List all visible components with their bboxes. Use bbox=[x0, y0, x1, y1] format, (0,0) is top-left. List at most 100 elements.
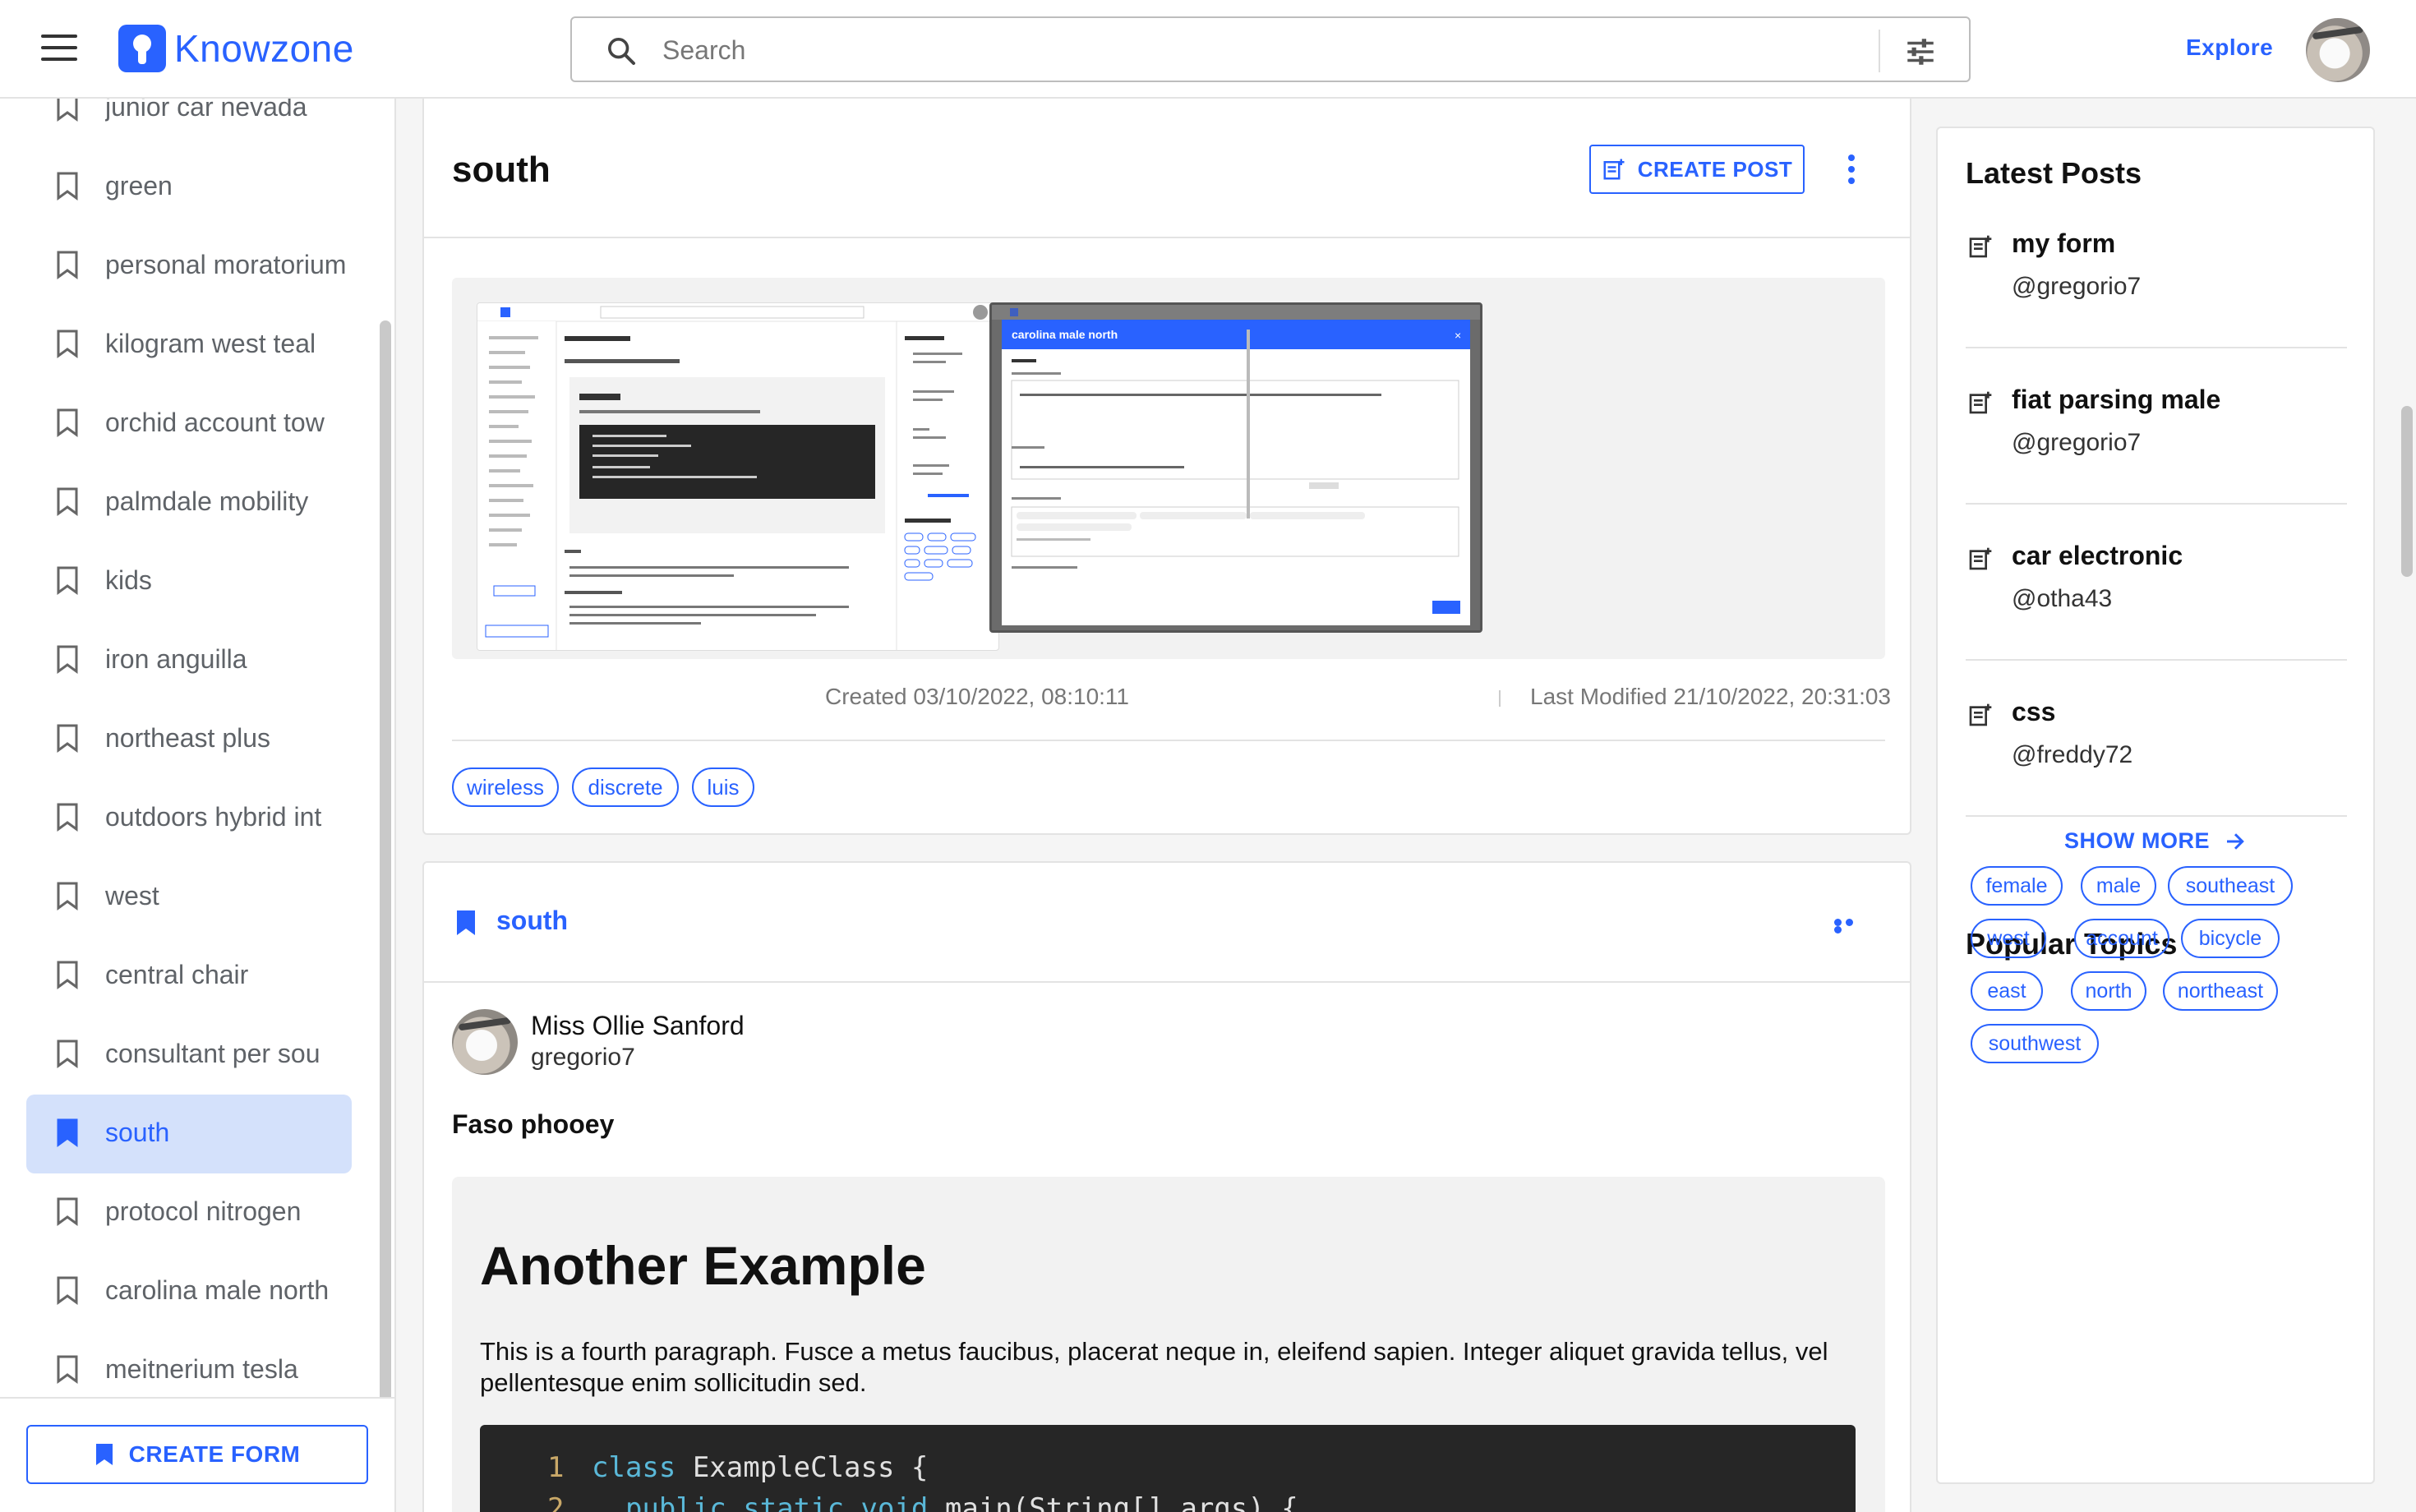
code-line-number: 1 bbox=[547, 1451, 565, 1484]
show-more-label: SHOW MORE bbox=[2064, 828, 2210, 853]
post-title: Faso phooey bbox=[452, 1109, 615, 1139]
sidebar-item-central-chair[interactable]: central chair bbox=[26, 937, 352, 1016]
code-text: main(String[] args) { bbox=[928, 1492, 1298, 1512]
post-icon bbox=[1969, 547, 1992, 570]
menu-icon[interactable] bbox=[41, 35, 77, 64]
bookmark-icon bbox=[57, 961, 78, 989]
tag-chip[interactable]: discrete bbox=[572, 768, 679, 807]
post-icon bbox=[1969, 391, 1992, 414]
search-bar[interactable] bbox=[570, 16, 1971, 82]
author-avatar[interactable] bbox=[452, 1009, 518, 1075]
sidebar-item-kids[interactable]: kids bbox=[26, 542, 352, 621]
code-block: 1 class ExampleClass { 2 public static v… bbox=[480, 1425, 1856, 1512]
tag-chip[interactable]: wireless bbox=[452, 768, 559, 807]
topic-chip[interactable]: north bbox=[2071, 971, 2146, 1011]
screenshot-thumbnail[interactable] bbox=[477, 302, 999, 651]
divider bbox=[1966, 503, 2347, 505]
sidebar-item-orchid-account-tow[interactable]: orchid account tow bbox=[26, 385, 352, 463]
sidebar-item-northeast-plus[interactable]: northeast plus bbox=[26, 700, 352, 779]
divider bbox=[1966, 659, 2347, 661]
meta-divider bbox=[1499, 690, 1501, 707]
latest-post-title[interactable]: car electronic bbox=[2012, 541, 2183, 571]
sidebar-item-label: iron anguilla bbox=[105, 644, 247, 674]
sidebar-item-green[interactable]: green bbox=[26, 148, 352, 227]
app-name: Knowzone bbox=[174, 27, 354, 70]
sidebar-item-junior-car-nevada[interactable]: junior car nevada bbox=[26, 99, 352, 148]
sidebar-item-consultant-per-sou[interactable]: consultant per sou bbox=[26, 1016, 352, 1095]
sidebar: junior car nevada green personal moratoriu… bbox=[0, 99, 396, 1512]
user-avatar[interactable] bbox=[2306, 18, 2370, 82]
topic-chip[interactable]: west bbox=[1971, 919, 2046, 958]
sidebar-item-label: west bbox=[105, 881, 159, 910]
bookmark-icon bbox=[57, 1355, 78, 1384]
sidebar-item-protocol-nitrogen[interactable]: protocol nitrogen bbox=[26, 1173, 352, 1252]
post-icon bbox=[1969, 235, 1992, 258]
sidebar-item-label: kilogram west teal bbox=[105, 329, 316, 358]
more-vert-icon[interactable] bbox=[1839, 154, 1864, 191]
tune-icon[interactable] bbox=[1903, 35, 1938, 69]
topic-title: south bbox=[452, 150, 551, 190]
divider bbox=[1966, 815, 2347, 817]
screenshot-thumbnail[interactable]: carolina male north × bbox=[989, 302, 1482, 633]
latest-post-title[interactable]: my form bbox=[2012, 228, 2115, 259]
latest-post-item[interactable]: my form @gregorio7 bbox=[1966, 220, 2347, 376]
sidebar-item-label: personal moratorium bbox=[105, 250, 347, 279]
bookmark-icon bbox=[57, 251, 78, 279]
sidebar-item-iron-anguilla[interactable]: iron anguilla bbox=[26, 621, 352, 700]
sidebar-item-label: northeast plus bbox=[105, 723, 271, 753]
created-date: Created 03/10/2022, 08:10:11 bbox=[825, 684, 1130, 709]
latest-post-item[interactable]: css @freddy72 bbox=[1966, 689, 2347, 845]
latest-post-title[interactable]: css bbox=[2012, 697, 2055, 727]
sidebar-item-carolina-male-north[interactable]: carolina male north bbox=[26, 1252, 352, 1331]
sidebar-item-outdoors-hybrid-int[interactable]: outdoors hybrid int bbox=[26, 779, 352, 858]
topic-chip[interactable]: southwest bbox=[1971, 1024, 2099, 1063]
sidebar-item-kilogram-west-teal[interactable]: kilogram west teal bbox=[26, 306, 352, 385]
sidebar-item-label: orchid account tow bbox=[105, 408, 325, 437]
bookmark-icon bbox=[57, 1118, 78, 1147]
topic-chip[interactable]: bicycle bbox=[2181, 919, 2280, 958]
latest-post-item[interactable]: fiat parsing male @gregorio7 bbox=[1966, 376, 2347, 532]
bookmark-icon bbox=[457, 910, 475, 935]
sidebar-item-label: consultant per sou bbox=[105, 1039, 320, 1068]
bookmark-icon bbox=[57, 803, 78, 832]
topic-chip[interactable]: southeast bbox=[2168, 866, 2293, 906]
sidebar-scrollbar[interactable] bbox=[380, 320, 391, 1405]
page-scrollbar[interactable] bbox=[2401, 406, 2413, 577]
post-topic-link[interactable]: south bbox=[496, 906, 568, 936]
show-more-button[interactable]: SHOW MORE bbox=[2064, 828, 2248, 854]
search-icon bbox=[608, 38, 635, 65]
top-app-bar: Knowzone Explore bbox=[0, 0, 2416, 99]
bookmark-icon bbox=[57, 1276, 78, 1305]
bookmark-icon bbox=[57, 172, 78, 201]
code-line: class ExampleClass { bbox=[592, 1451, 928, 1484]
sidebar-item-south[interactable]: south bbox=[26, 1095, 352, 1173]
latest-post-item[interactable]: car electronic @otha43 bbox=[1966, 532, 2347, 689]
author-name: Miss Ollie Sanford bbox=[531, 1011, 745, 1040]
svg-text:×: × bbox=[1455, 329, 1461, 342]
more-horiz-icon[interactable] bbox=[1834, 919, 1867, 933]
sidebar-item-west[interactable]: west bbox=[26, 858, 352, 937]
topic-chip[interactable]: female bbox=[1971, 866, 2063, 906]
sidebar-item-personal-moratorium[interactable]: personal moratorium bbox=[26, 227, 352, 306]
topic-chip[interactable]: east bbox=[1971, 971, 2043, 1011]
bookmark-icon bbox=[57, 330, 78, 358]
tag-chip[interactable]: luis bbox=[692, 768, 754, 807]
create-post-button[interactable]: CREATE POST bbox=[1589, 145, 1805, 194]
search-input[interactable] bbox=[662, 30, 1607, 71]
search-results-preview bbox=[477, 303, 998, 650]
divider bbox=[424, 981, 1910, 983]
topic-chip[interactable]: northeast bbox=[2163, 971, 2278, 1011]
bookmark-icon bbox=[95, 1444, 113, 1465]
latest-post-user: @gregorio7 bbox=[2012, 429, 2142, 456]
right-panel: Latest Posts my form @gregorio7 fiat parsi… bbox=[1936, 127, 2375, 1484]
topic-chip[interactable]: account bbox=[2074, 919, 2169, 958]
topic-chip[interactable]: male bbox=[2081, 866, 2156, 906]
create-form-button[interactable]: CREATE FORM bbox=[26, 1425, 368, 1484]
post-icon bbox=[1969, 703, 1992, 726]
dialog-preview-title: carolina male north bbox=[1012, 328, 1118, 341]
logo[interactable]: Knowzone bbox=[118, 25, 354, 72]
sidebar-item-palmdale-mobility[interactable]: palmdale mobility bbox=[26, 463, 352, 542]
modified-date: Last Modified 21/10/2022, 20:31:03 bbox=[1530, 684, 1892, 709]
latest-post-title[interactable]: fiat parsing male bbox=[2012, 385, 2220, 415]
explore-link[interactable]: Explore bbox=[2186, 35, 2273, 61]
